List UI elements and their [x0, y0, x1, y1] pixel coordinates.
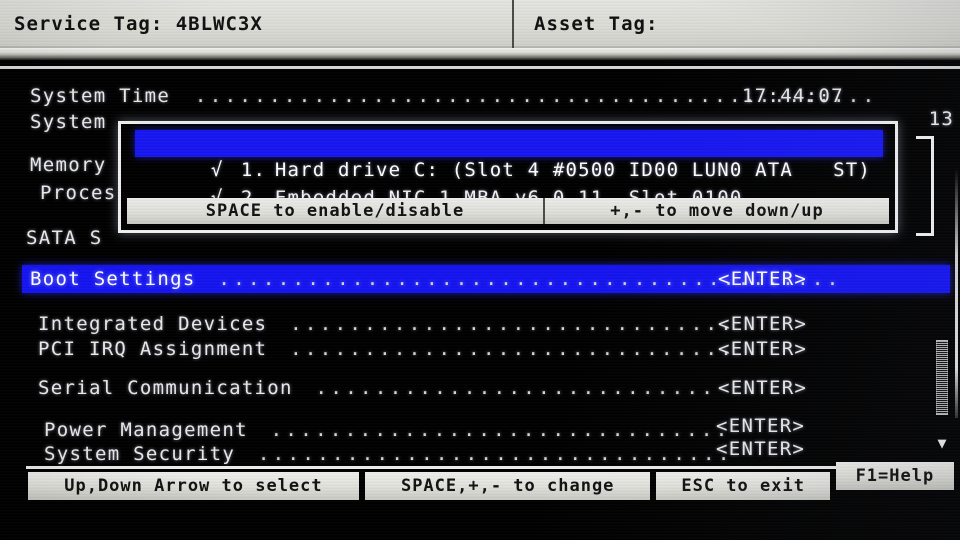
row-serial-communication[interactable]: Serial Communication ...................… — [38, 377, 716, 399]
hint-move-down-up: +,- to move down/up — [610, 201, 824, 221]
footer-key-bar: Up,Down Arrow to select SPACE,+,- to cha… — [28, 462, 954, 500]
system-time-value: 17:44:07 — [742, 85, 844, 107]
enter-value: <ENTER> — [718, 338, 808, 360]
row-label: System Time — [30, 85, 171, 107]
boot-device-item-2[interactable]: √2.Embedded NIC 1 MBA v6.0.11 Slot 0100 — [135, 158, 883, 209]
row-power-management[interactable]: Power Management .......................… — [44, 419, 731, 441]
dialog-hint-bar: SPACE to enable/disable +,- to move down… — [127, 198, 889, 224]
footer-key-exit[interactable]: ESC to exit — [656, 472, 830, 500]
boot-device-item-1[interactable]: √ 1. Hard drive C: (Slot 4 #0500 ID00 LUN0… — [135, 130, 883, 181]
row-label: PCI IRQ Assignment — [38, 338, 268, 360]
footer-divider-rule — [20, 466, 920, 469]
service-tag-text: Service Tag: 4BLWC3X — [14, 13, 263, 35]
row-sata[interactable]: SATA S — [26, 227, 102, 249]
row-power-management-value: <ENTER> — [716, 415, 805, 437]
hint-space-enable-disable: SPACE to enable/disable — [127, 198, 545, 224]
row-pci-irq-assignment[interactable]: PCI IRQ Assignment .....................… — [38, 338, 735, 360]
row-integrated-devices[interactable]: Integrated Devices .....................… — [38, 313, 735, 335]
service-tag-field: Service Tag: 4BLWC3X — [0, 0, 512, 48]
footer-left-mask — [0, 460, 26, 540]
scrollbar-thumb[interactable] — [936, 340, 948, 415]
row-boot-settings-value: <ENTER> — [718, 268, 807, 290]
row-dots: ............................... — [270, 419, 731, 441]
row-label: System Security — [44, 443, 236, 465]
row-system[interactable]: System — [30, 111, 106, 133]
boot-sequence-dialog: √ 1. Hard drive C: (Slot 4 #0500 ID00 LUN0… — [118, 121, 898, 233]
row-label: Memory — [30, 154, 107, 176]
footer-key-change[interactable]: SPACE,+,- to change — [364, 472, 651, 500]
enter-value: <ENTER> — [718, 313, 808, 335]
header-bevel — [0, 48, 960, 60]
enter-value: <ENTER> — [716, 415, 806, 437]
row-system-security-value: <ENTER> — [716, 438, 805, 460]
row-memory[interactable]: Memory — [30, 154, 106, 176]
dialog-right-bracket — [916, 136, 934, 236]
row-integrated-devices-value: <ENTER> — [718, 313, 807, 335]
row-dots: ........................... — [315, 377, 717, 399]
row-label: Boot Settings — [30, 268, 196, 290]
row-serial-communication-value: <ENTER> — [718, 377, 807, 399]
row-label: System — [30, 111, 107, 133]
row-label: Serial Communication — [38, 377, 293, 399]
enter-value: <ENTER> — [716, 438, 806, 460]
footer-key-select[interactable]: Up,Down Arrow to select — [28, 472, 359, 500]
scrollbar-track-line[interactable] — [955, 168, 958, 418]
enter-value: <ENTER> — [718, 377, 808, 399]
row-label: Integrated Devices — [38, 313, 268, 335]
row-label: Proces — [40, 182, 117, 204]
asset-tag-field: Asset Tag: — [514, 0, 658, 48]
row-dots: .............................. — [290, 338, 736, 360]
row-label: Power Management — [44, 419, 248, 441]
bios-setup-screen: Service Tag: 4BLWC3X Asset Tag: System T… — [0, 0, 960, 540]
right-edge-clipped-text: 13 — [928, 108, 954, 130]
scrollbar[interactable]: ▼ — [934, 150, 950, 451]
asset-tag-label: Asset Tag: — [534, 13, 659, 35]
row-dots: ................................ — [257, 443, 733, 465]
row-system-time-value: 17:44:07 — [742, 85, 844, 107]
scroll-down-arrow-icon[interactable]: ▼ — [934, 436, 950, 451]
row-pci-irq-assignment-value: <ENTER> — [718, 338, 807, 360]
enter-value: <ENTER> — [718, 268, 808, 290]
row-dots: .............................. — [290, 313, 736, 335]
bottom-bezel — [0, 504, 960, 540]
header-bar: Service Tag: 4BLWC3X Asset Tag: — [0, 0, 960, 48]
top-divider-rule — [0, 66, 960, 69]
row-system-security[interactable]: System Security ........................… — [44, 443, 733, 465]
row-processor[interactable]: Proces — [40, 182, 116, 204]
row-label: SATA S — [26, 227, 103, 249]
footer-key-help[interactable]: F1=Help — [835, 462, 954, 490]
